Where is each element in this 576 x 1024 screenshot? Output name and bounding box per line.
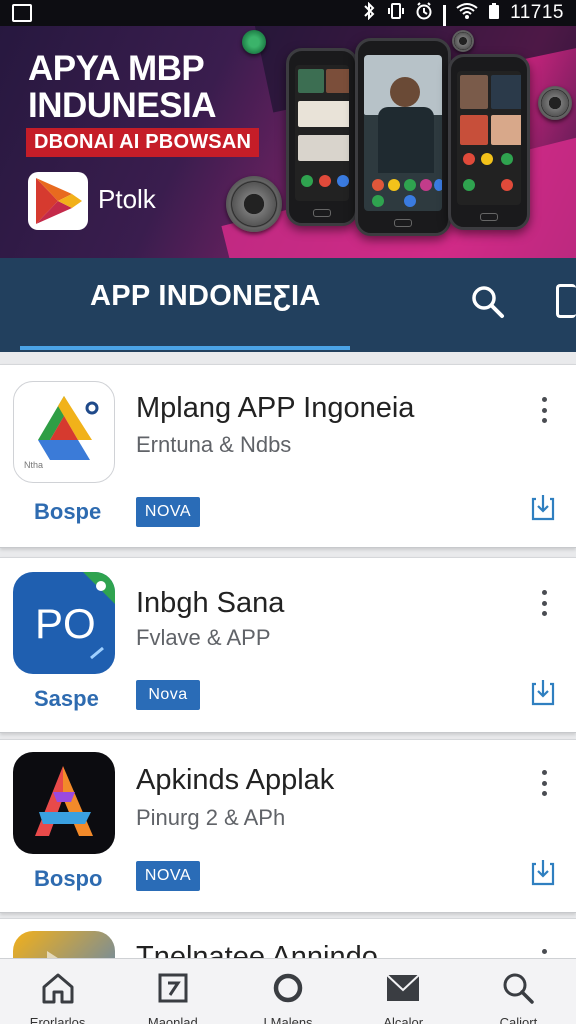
gear-decoration-icon [538,86,572,120]
svg-text:Ntha: Ntha [24,460,43,470]
app-title: Mplang APP Ingoneia [136,392,415,424]
po-icon: PO [13,572,115,674]
play-store-logo-icon [28,172,88,230]
phone-mockup-left [286,48,358,226]
nav-label: Erorlarlos [29,1015,86,1024]
signal-icon [443,5,447,55]
nav-item-circle[interactable]: I Malens [230,959,345,1024]
phone-screen [295,65,349,201]
download-icon[interactable] [530,678,556,706]
gear-decoration-icon [452,30,474,52]
app-title: Apkinds Applak [136,764,335,796]
banner-title-line2: INDUNESIA [28,86,217,125]
app-title: Inbgh Sana [136,587,285,619]
mail-icon [386,974,420,1001]
app-developer: Bospo [34,866,103,891]
app-subtitle: Fvlave & APP [136,625,271,650]
home-icon [42,973,74,1004]
more-options-icon[interactable] [534,770,554,796]
phone-mockup-right [448,54,530,230]
phone-screen [457,71,521,205]
banner-title-line1: APYA MBP [28,49,205,88]
app-developer: Bospe [34,499,102,524]
app-badge: NOVA [136,497,200,527]
app-badge: NOVA [136,861,200,891]
app-list-item[interactable]: Apkinds Applak Pinurg 2 & APh Bospo NOVA [0,739,576,913]
bluetooth-icon [361,1,377,25]
app-list-item[interactable]: Ntha Mplang APP Ingoneia Erntuna & Ndbs … [0,364,576,548]
svg-text:PO: PO [35,600,96,647]
nav-label: I Malens [263,1015,313,1024]
download-icon[interactable] [530,493,556,521]
search-icon[interactable] [470,284,506,325]
banner-ribbon: DBONAI AI PBOWSAN [26,128,260,157]
banner-logo-label: Ptolk [98,184,156,214]
app-subtitle: Pinurg 2 & APh [136,805,286,830]
circle-icon [273,973,303,1003]
wifi-icon [456,2,478,25]
edit-icon[interactable] [556,284,576,318]
nav-label: Alcalor [383,1015,424,1024]
more-options-icon[interactable] [534,397,554,423]
a-logo-icon [13,752,115,854]
promo-banner[interactable]: APYA MBP INDUNESIA DBONAI AI PBOWSAN Pto… [0,26,576,258]
phone-screen [364,55,442,211]
vibrate-icon [387,2,405,25]
alarm-icon [415,1,433,25]
nav-item-home[interactable]: Erorlarlos [0,959,115,1024]
battery-icon [488,2,500,25]
nav-label: Caliort [499,1015,538,1024]
download-icon[interactable] [530,858,556,886]
app-list-item[interactable]: PO Inbgh Sana Fvlave & APP Saspe Nova [0,557,576,733]
status-time: 11715 [510,2,564,23]
banner-title: APYA MBP INDUNESIA [28,50,268,124]
nav-label: Maonlad [147,1015,198,1024]
updates-icon [158,973,188,1003]
more-options-icon[interactable] [534,590,554,616]
gear-decoration-icon [242,30,266,54]
phone-mockup-center [355,38,451,236]
bottom-navigation: Erorlarlos Maonlad I Malens Alcalor Cali… [0,958,576,1024]
app-developer: Saspe [34,686,99,711]
gear-decoration-icon [226,176,282,232]
nav-item-updates[interactable]: Maonlad [115,959,230,1024]
app-bar-title: APP INDONEƸIA [90,280,321,312]
nav-item-search[interactable]: Caliort [461,959,576,1024]
drive-style-icon: Ntha [13,381,115,483]
gallery-icon [12,4,32,22]
tab-indicator [20,346,350,350]
app-badge: Nova [136,680,200,710]
nav-item-mail[interactable]: Alcalor [346,959,461,1024]
search-icon [503,973,535,1004]
status-bar: 11715 [0,0,576,55]
app-subtitle: Erntuna & Ndbs [136,432,292,457]
